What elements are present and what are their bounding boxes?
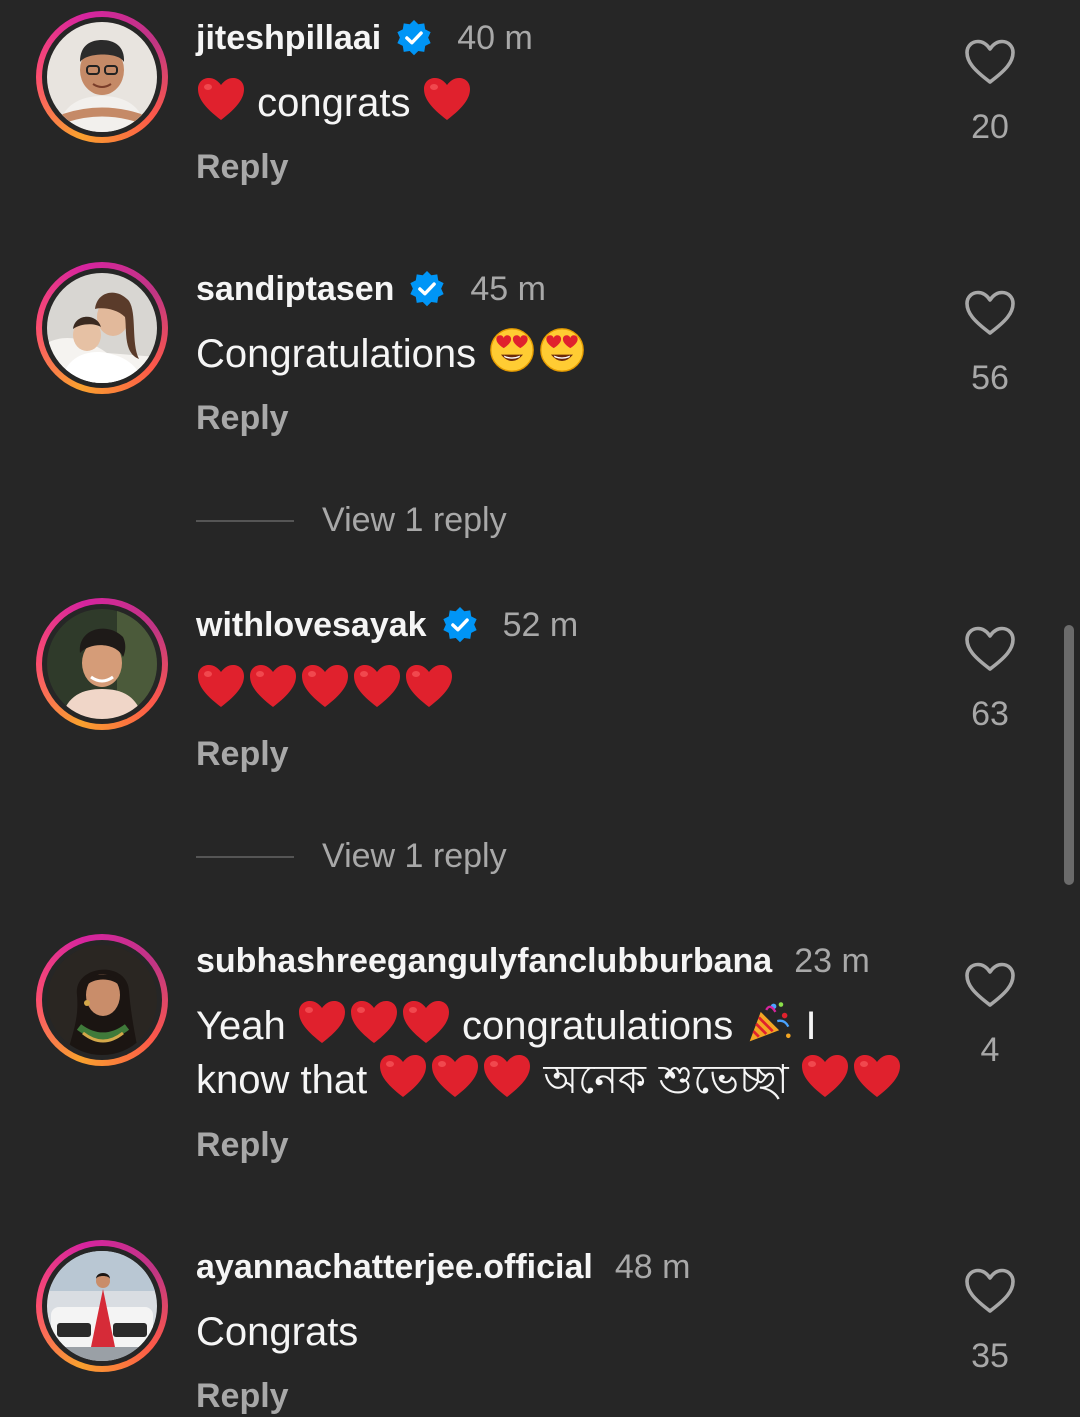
red-heart-emoji [196,663,246,709]
like-button[interactable]: 63 [962,625,1018,734]
red-heart-emoji [401,999,451,1045]
view-replies-button[interactable]: View 1 reply [196,837,507,876]
comment-timestamp: 48 m [614,1248,691,1286]
comment-text [196,663,936,717]
red-heart-emoji [352,663,402,709]
reply-button[interactable]: Reply [196,1377,289,1416]
red-heart-emoji [852,1053,902,1099]
avatar[interactable] [47,609,157,719]
heart-outline-icon [964,1267,1016,1315]
divider [196,855,294,858]
heart-eyes-emoji [537,327,587,373]
like-button[interactable]: 35 [962,1267,1018,1376]
comment-username[interactable]: ayannachatterjee.official [196,1247,593,1287]
comment-text: congrats [196,76,936,130]
avatar-story-ring[interactable] [36,11,168,143]
like-count: 56 [971,359,1009,397]
like-button[interactable]: 20 [962,38,1018,147]
comment-username[interactable]: jiteshpillaai [196,18,381,58]
heart-outline-icon [964,625,1016,673]
party-popper-emoji [744,999,794,1045]
reply-button[interactable]: Reply [196,148,289,187]
avatar-story-ring[interactable] [36,934,168,1066]
view-replies-button[interactable]: View 1 reply [196,501,507,540]
like-button[interactable]: 56 [962,289,1018,398]
comment-timestamp: 45 m [470,270,546,308]
comment-text: Congrats [196,1310,359,1354]
heart-outline-icon [964,38,1016,86]
red-heart-emoji [404,663,454,709]
avatar[interactable] [47,22,157,132]
comment-text: Congratulations [196,327,936,381]
reply-button[interactable]: Reply [196,735,289,774]
verified-badge-icon [408,270,446,308]
like-count: 63 [971,695,1009,733]
comment-timestamp: 23 m [794,942,870,980]
verified-badge-icon [395,19,433,57]
comment-timestamp: 52 m [502,606,579,644]
comment-timestamp: 40 m [457,19,533,57]
avatar-story-ring[interactable] [36,1240,168,1372]
red-heart-emoji [248,663,298,709]
avatar[interactable] [47,1251,157,1361]
divider [196,519,294,522]
red-heart-emoji [297,999,347,1045]
comment-username[interactable]: sandiptasen [196,269,394,309]
red-heart-emoji [349,999,399,1045]
verified-badge-icon [441,606,479,644]
avatar-story-ring[interactable] [36,262,168,394]
comment-text: Yeah congratulations I know that অনেক শু… [196,999,936,1107]
red-heart-emoji [800,1053,850,1099]
red-heart-emoji [422,76,472,122]
heart-eyes-emoji [487,327,537,373]
avatar[interactable] [47,273,157,383]
red-heart-emoji [300,663,350,709]
comment-username[interactable]: subhashreegangulyfanclubburbana [196,941,772,981]
red-heart-emoji [430,1053,480,1099]
red-heart-emoji [378,1053,428,1099]
reply-button[interactable]: Reply [196,399,289,438]
avatar-story-ring[interactable] [36,598,168,730]
comment-username[interactable]: withlovesayak [196,605,427,645]
avatar[interactable] [47,945,157,1055]
reply-button[interactable]: Reply [196,1126,289,1165]
scrollbar[interactable] [1064,625,1074,885]
like-count: 35 [971,1337,1009,1375]
like-count: 4 [980,1031,1000,1069]
red-heart-emoji [196,76,246,122]
heart-outline-icon [964,961,1016,1009]
heart-outline-icon [964,289,1016,337]
like-count: 20 [971,108,1009,146]
red-heart-emoji [482,1053,532,1099]
like-button[interactable]: 4 [962,961,1018,1070]
